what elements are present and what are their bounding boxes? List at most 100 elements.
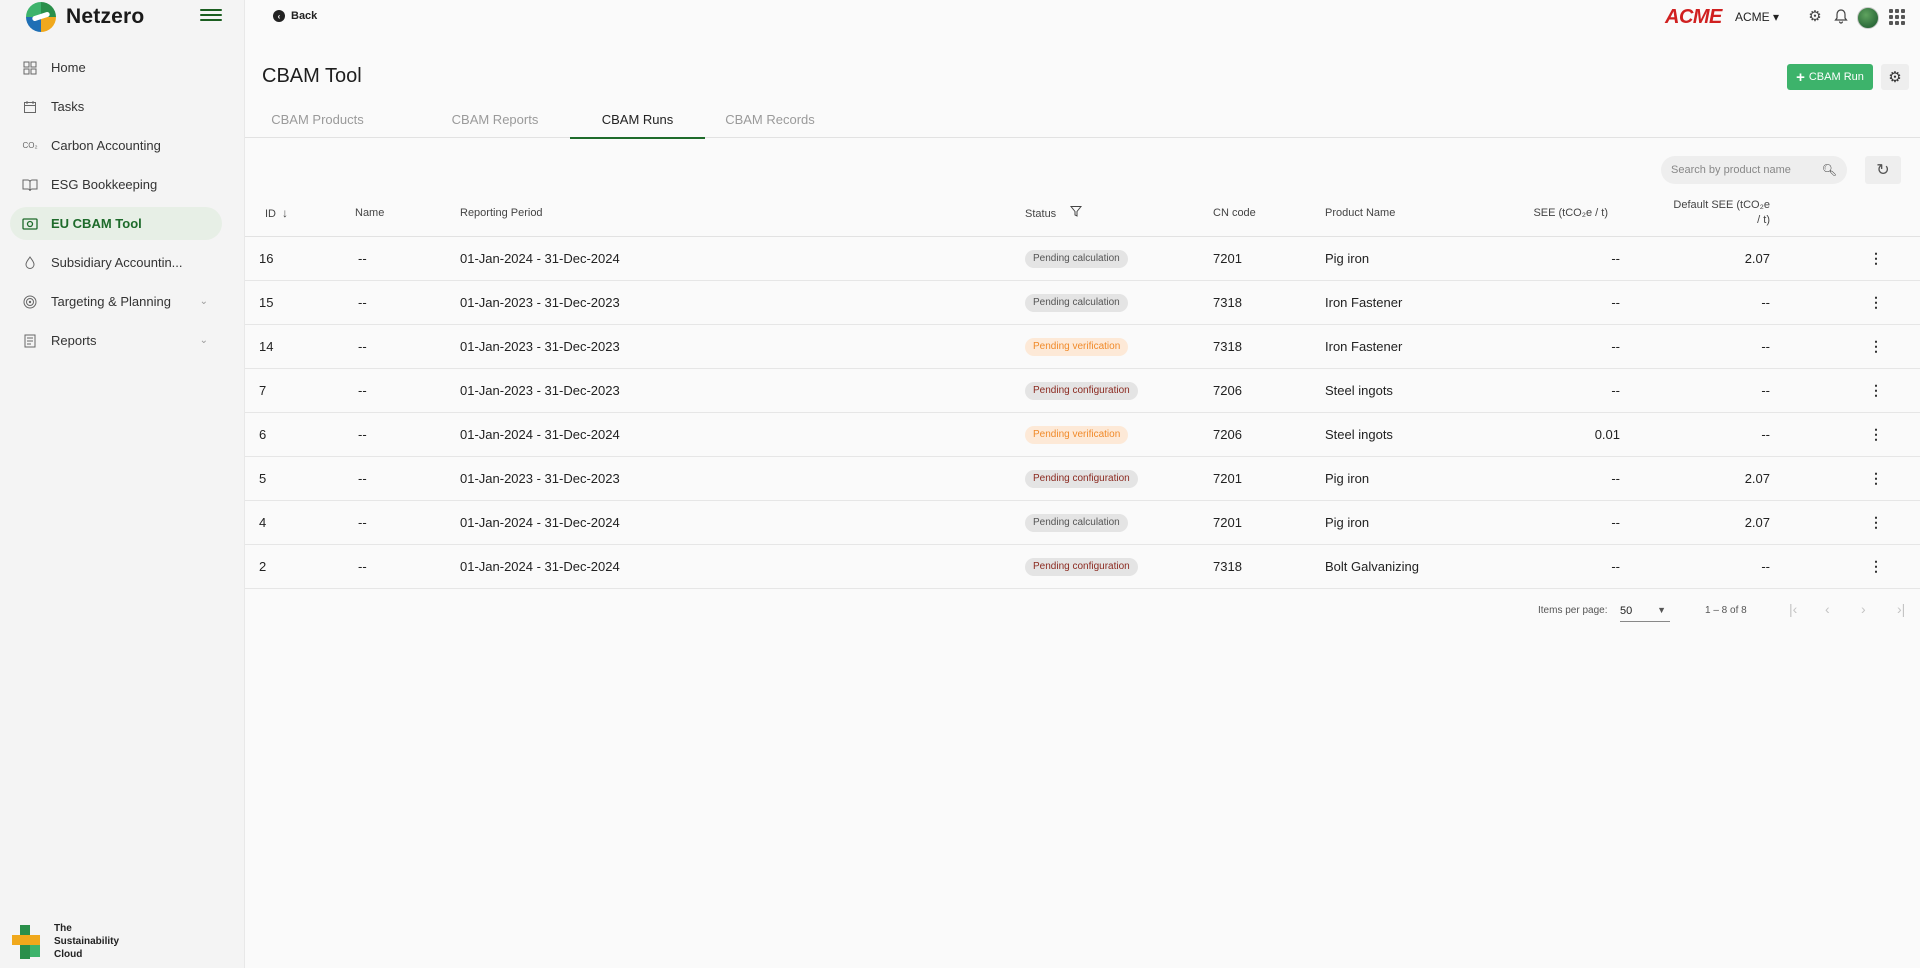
sidebar-item-esg-bookkeeping[interactable]: ESG Bookkeeping bbox=[10, 168, 222, 201]
cell-name: -- bbox=[355, 412, 435, 457]
table-row[interactable]: 7 -- 01-Jan-2023 - 31-Dec-2023 Pending conf… bbox=[245, 368, 1920, 413]
table-row[interactable]: 4 -- 01-Jan-2024 - 31-Dec-2024 Pending calc… bbox=[245, 500, 1920, 545]
page-settings-gear-icon[interactable]: ⚙ bbox=[1881, 64, 1909, 90]
sidebar-item-eu-cbam-tool[interactable]: EU CBAM Tool bbox=[10, 207, 222, 240]
cell-reporting-period: 01-Jan-2023 - 31-Dec-2023 bbox=[435, 456, 1025, 501]
table-row[interactable]: 16 -- 01-Jan-2024 - 31-Dec-2024 Pending cal… bbox=[245, 236, 1920, 281]
cell-id: 2 bbox=[245, 544, 355, 589]
sidebar-item-targeting-planning[interactable]: Targeting & Planning ⌄ bbox=[10, 285, 222, 318]
next-page-icon[interactable]: › bbox=[1861, 601, 1866, 617]
search-input[interactable] bbox=[1671, 164, 1821, 176]
table-row[interactable]: 6 -- 01-Jan-2024 - 31-Dec-2024 Pending veri… bbox=[245, 412, 1920, 457]
chevron-down-icon: ⌄ bbox=[199, 296, 208, 307]
more-vert-icon[interactable]: ⋮ bbox=[1869, 558, 1883, 575]
back-button[interactable]: ‹ Back bbox=[273, 6, 317, 26]
hamburger-menu-icon[interactable] bbox=[200, 6, 222, 24]
sidebar-item-label: Targeting & Planning bbox=[51, 294, 171, 309]
cell-see: -- bbox=[1497, 236, 1632, 281]
more-vert-icon[interactable]: ⋮ bbox=[1869, 470, 1883, 487]
sidebar-item-subsidiary-accountin[interactable]: Subsidiary Accountin... bbox=[10, 246, 222, 279]
tab-cbam-runs[interactable]: CBAM Runs bbox=[570, 100, 705, 139]
notification-bell-icon[interactable] bbox=[1831, 6, 1851, 26]
back-arrow-icon: ‹ bbox=[273, 10, 285, 22]
col-actions bbox=[1800, 190, 1920, 237]
previous-page-icon[interactable]: ‹ bbox=[1825, 601, 1830, 617]
add-cbam-run-label: CBAM Run bbox=[1808, 71, 1864, 83]
cell-status: Pending configuration bbox=[1025, 544, 1180, 589]
more-vert-icon[interactable]: ⋮ bbox=[1869, 294, 1883, 311]
table-row[interactable]: 14 -- 01-Jan-2023 - 31-Dec-2023 Pending ver… bbox=[245, 324, 1920, 369]
cell-status: Pending verification bbox=[1025, 324, 1180, 369]
back-label: Back bbox=[291, 10, 318, 22]
tab-cbam-products[interactable]: CBAM Products bbox=[245, 100, 390, 138]
table-row[interactable]: 2 -- 01-Jan-2024 - 31-Dec-2024 Pending conf… bbox=[245, 544, 1920, 589]
footer-line-2: Sustainability bbox=[54, 936, 120, 947]
cell-status: Pending verification bbox=[1025, 412, 1180, 457]
sidebar-item-label: EU CBAM Tool bbox=[51, 216, 142, 231]
table-row[interactable]: 15 -- 01-Jan-2023 - 31-Dec-2023 Pending cal… bbox=[245, 280, 1920, 325]
sidebar-item-label: Tasks bbox=[51, 99, 85, 114]
sidebar: Netzero Home Tasks CO₂ Carbon Accounting ESG… bbox=[0, 0, 245, 968]
sidebar-item-carbon-accounting[interactable]: CO₂ Carbon Accounting bbox=[10, 129, 222, 162]
settings-gear-icon[interactable]: ⚙ bbox=[1805, 6, 1825, 26]
book-icon bbox=[22, 177, 38, 193]
cell-cn-code: 7318 bbox=[1180, 324, 1317, 369]
cell-default-see: 2.07 bbox=[1632, 236, 1800, 281]
sidebar-item-reports[interactable]: Reports ⌄ bbox=[10, 324, 222, 357]
col-product-name: Product Name bbox=[1317, 190, 1497, 237]
more-vert-icon[interactable]: ⋮ bbox=[1869, 426, 1883, 443]
status-badge: Pending configuration bbox=[1025, 469, 1138, 488]
cell-reporting-period: 01-Jan-2024 - 31-Dec-2024 bbox=[435, 500, 1025, 545]
cell-actions: ⋮ bbox=[1800, 544, 1920, 589]
cell-id: 6 bbox=[245, 412, 355, 457]
user-avatar[interactable] bbox=[1857, 7, 1879, 29]
col-default-see: Default SEE (tCO₂e / t) bbox=[1632, 190, 1800, 237]
cell-default-see: -- bbox=[1632, 324, 1800, 369]
refresh-icon: ↻ bbox=[1876, 162, 1890, 179]
company-logo: ACME bbox=[1665, 6, 1722, 28]
more-vert-icon[interactable]: ⋮ bbox=[1869, 514, 1883, 531]
dropdown-caret-icon: ▼ bbox=[1657, 605, 1666, 615]
more-vert-icon[interactable]: ⋮ bbox=[1869, 338, 1883, 355]
col-cn-code: CN code bbox=[1180, 190, 1317, 237]
drop-icon bbox=[22, 255, 38, 271]
table-row[interactable]: 5 -- 01-Jan-2023 - 31-Dec-2023 Pending conf… bbox=[245, 456, 1920, 501]
sort-down-arrow-icon[interactable]: ↓ bbox=[282, 206, 288, 220]
cell-see: -- bbox=[1497, 368, 1632, 413]
page-size-select[interactable]: 50 ▼ bbox=[1620, 600, 1670, 622]
cell-cn-code: 7201 bbox=[1180, 236, 1317, 281]
brand[interactable]: Netzero bbox=[26, 2, 144, 32]
refresh-button[interactable]: ↻ bbox=[1865, 156, 1901, 184]
cell-reporting-period: 01-Jan-2023 - 31-Dec-2023 bbox=[435, 324, 1025, 369]
cell-product-name: Pig iron bbox=[1317, 236, 1497, 281]
cell-product-name: Iron Fastener bbox=[1317, 324, 1497, 369]
topbar: ‹ Back ACME ACME ▾ ⚙ bbox=[245, 0, 1920, 40]
status-badge: Pending configuration bbox=[1025, 381, 1138, 400]
tab-cbam-records[interactable]: CBAM Records bbox=[705, 100, 835, 138]
company-switcher[interactable]: ACME ▾ bbox=[1735, 10, 1779, 24]
filter-funnel-icon[interactable] bbox=[1066, 205, 1082, 220]
cell-id: 15 bbox=[245, 280, 355, 325]
cell-id: 7 bbox=[245, 368, 355, 413]
cell-reporting-period: 01-Jan-2023 - 31-Dec-2023 bbox=[435, 280, 1025, 325]
cell-status: Pending configuration bbox=[1025, 456, 1180, 501]
search-box[interactable]: 🔍︎ bbox=[1661, 156, 1847, 184]
cell-default-see: -- bbox=[1632, 412, 1800, 457]
cell-actions: ⋮ bbox=[1800, 412, 1920, 457]
more-vert-icon[interactable]: ⋮ bbox=[1869, 250, 1883, 267]
cell-reporting-period: 01-Jan-2024 - 31-Dec-2024 bbox=[435, 412, 1025, 457]
add-cbam-run-button[interactable]: + CBAM Run bbox=[1787, 64, 1873, 90]
status-badge: Pending calculation bbox=[1025, 293, 1128, 312]
apps-grid-icon[interactable] bbox=[1889, 9, 1905, 25]
search-icon: 🔍︎ bbox=[1821, 163, 1837, 177]
sidebar-item-label: Subsidiary Accountin... bbox=[51, 255, 183, 270]
last-page-icon[interactable]: ›| bbox=[1897, 601, 1905, 617]
more-vert-icon[interactable]: ⋮ bbox=[1869, 382, 1883, 399]
sidebar-item-home[interactable]: Home bbox=[10, 51, 222, 84]
cell-id: 4 bbox=[245, 500, 355, 545]
first-page-icon[interactable]: |‹ bbox=[1789, 601, 1797, 617]
tab-cbam-reports[interactable]: CBAM Reports bbox=[420, 100, 570, 138]
sidebar-item-tasks[interactable]: Tasks bbox=[10, 90, 222, 123]
cell-status: Pending calculation bbox=[1025, 236, 1180, 281]
col-id[interactable]: ID ↓ bbox=[245, 190, 355, 237]
